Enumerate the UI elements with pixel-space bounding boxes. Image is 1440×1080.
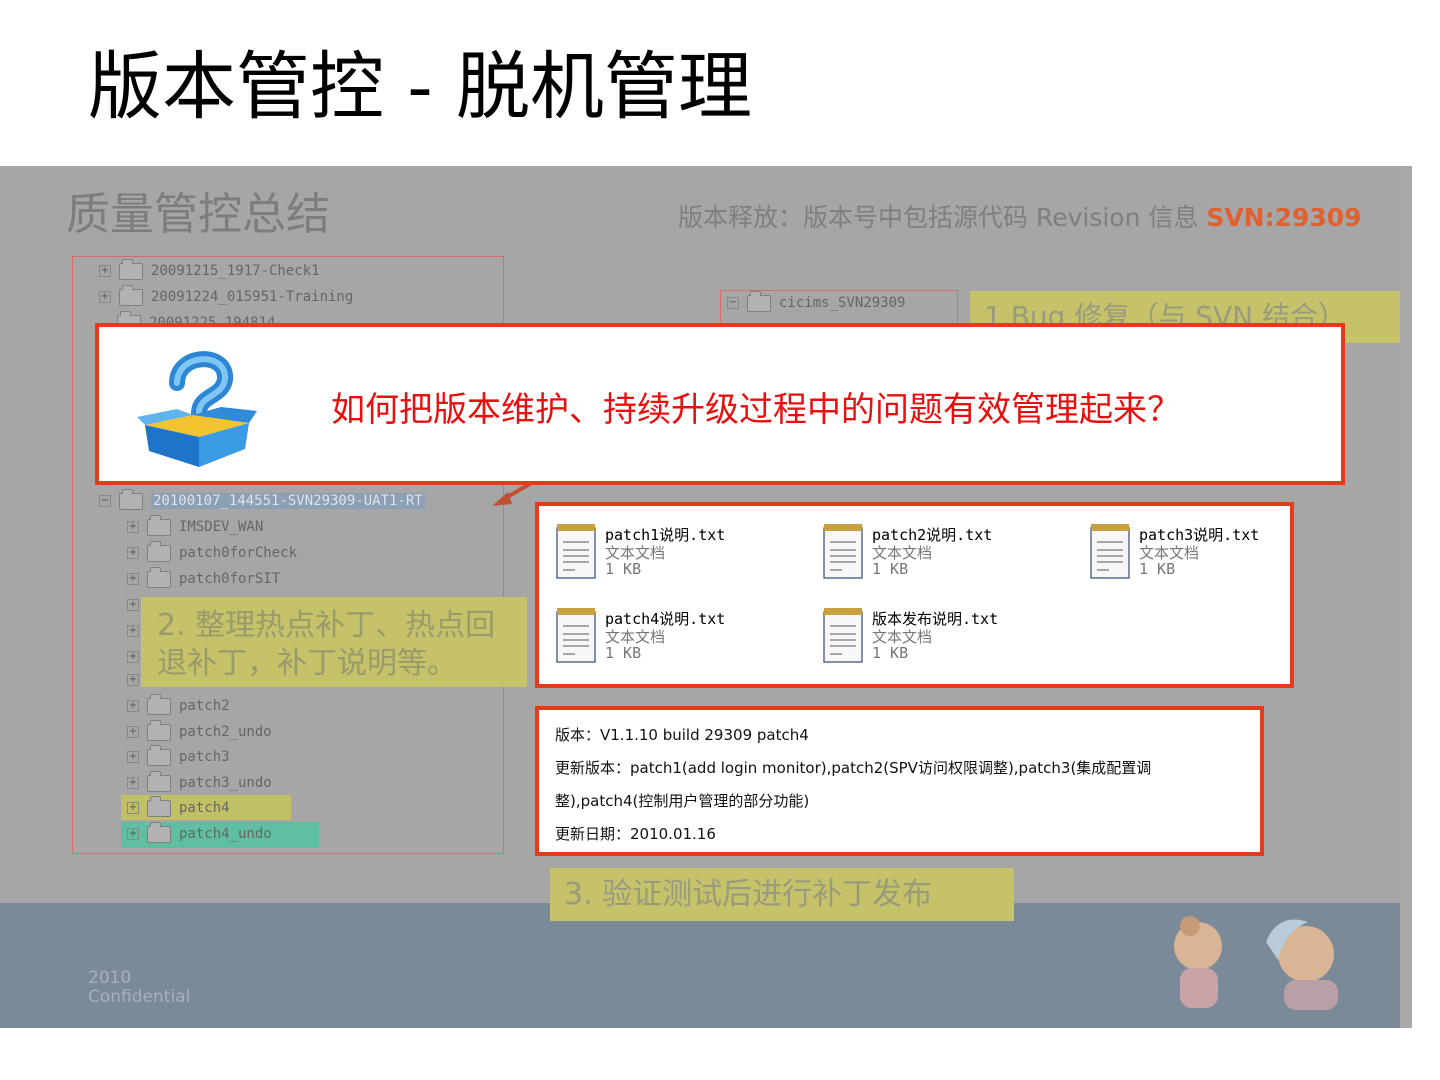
- tree-item-label: patch4: [179, 800, 230, 816]
- tree-item[interactable]: +20091224_015951-Training: [99, 284, 354, 308]
- release-version: 版本：V1.1.10 build 29309 patch4: [555, 726, 809, 744]
- file-item[interactable]: patch4说明.txt 文本文档 1 KB: [539, 594, 799, 664]
- tree-item-label: 20091224_015951-Training: [151, 289, 354, 305]
- folder-icon: [147, 566, 171, 588]
- tree-item[interactable]: + patch3: [127, 744, 230, 768]
- expand-icon[interactable]: +: [127, 599, 139, 611]
- panel-heading: 质量管控总结: [66, 189, 330, 240]
- release-updates-cont: 整),patch4(控制用户管理的部分功能): [555, 792, 810, 810]
- tree-item-label: IMSDEV_WAN: [179, 519, 264, 535]
- file-size: 1 KB: [872, 644, 909, 662]
- folder-open-icon: [119, 488, 143, 510]
- release-note: 版本释放：版本号中包括源代码 Revision 信息 SVN:29309: [678, 198, 1362, 234]
- hotfix-label: 2. 整理热点补丁、热点回退补丁，补丁说明等。: [141, 597, 527, 687]
- file-size: 1 KB: [605, 560, 642, 578]
- verify-label: 3. 验证测试后进行补丁发布: [550, 868, 1014, 921]
- tree-item-label: patch0forCheck: [179, 545, 298, 561]
- expand-icon[interactable]: +: [127, 777, 139, 789]
- tree-item[interactable]: + IMSDEV_WAN: [127, 514, 264, 538]
- folder-icon: [147, 693, 171, 715]
- folder-icon: [747, 291, 771, 312]
- footer-confidential: Confidential: [88, 987, 191, 1007]
- tree-item[interactable]: + patch0forSIT: [127, 566, 281, 590]
- question-text: 如何把版本维护、持续升级过程中的问题有效管理起来？: [331, 390, 1181, 430]
- expand-icon[interactable]: +: [127, 651, 139, 663]
- expand-icon[interactable]: +: [127, 726, 139, 738]
- notepad-icon: [823, 608, 863, 663]
- file-item[interactable]: patch1说明.txt 文本文档 1 KB: [539, 510, 799, 580]
- panel-edge: [1400, 166, 1412, 1028]
- question-box-icon: [137, 351, 257, 467]
- folder-icon: [147, 514, 171, 536]
- tree-item[interactable]: + patch3_undo: [127, 770, 272, 794]
- file-size: 1 KB: [605, 644, 642, 662]
- release-info-box: 版本：V1.1.10 build 29309 patch4 更新版本：patch…: [535, 706, 1264, 856]
- tree-item-selected[interactable]: − 20100107_144551-SVN29309-UAT1-RT: [99, 488, 425, 512]
- tree-item[interactable]: +20091215_1917-Check1: [99, 258, 320, 282]
- tree-item-label: patch0forSIT: [179, 571, 281, 587]
- tree-item-label: patch2_undo: [179, 724, 272, 740]
- expand-icon[interactable]: +: [127, 521, 139, 533]
- expand-icon[interactable]: +: [99, 265, 111, 277]
- expand-icon[interactable]: +: [127, 828, 139, 840]
- expand-icon[interactable]: +: [127, 802, 139, 814]
- file-size: 1 KB: [872, 560, 909, 578]
- expand-icon[interactable]: +: [127, 625, 139, 637]
- file-item[interactable]: 版本发布说明.txt 文本文档 1 KB: [806, 594, 1066, 664]
- file-size: 1 KB: [1139, 560, 1176, 578]
- folder-icon: [119, 284, 143, 306]
- notepad-icon: [556, 608, 596, 663]
- tree-item-label: 20100107_144551-SVN29309-UAT1-RT: [151, 493, 425, 509]
- question-banner: 如何把版本维护、持续升级过程中的问题有效管理起来？: [95, 323, 1345, 485]
- slide-title: 版本管控 - 脱机管理: [88, 44, 753, 130]
- folder-icon: [147, 770, 171, 792]
- collapse-icon[interactable]: −: [99, 495, 111, 507]
- notepad-icon: [823, 524, 863, 579]
- file-item[interactable]: patch2说明.txt 文本文档 1 KB: [806, 510, 1066, 580]
- folder-icon: [147, 540, 171, 562]
- expand-icon[interactable]: +: [127, 547, 139, 559]
- release-date: 更新日期：2010.01.16: [555, 825, 716, 843]
- tree-item[interactable]: + patch4: [127, 795, 230, 819]
- svn-revision: SVN:29309: [1206, 203, 1362, 232]
- cartoon-kids-decoration: [1174, 916, 1338, 1010]
- expand-icon[interactable]: +: [99, 291, 111, 303]
- notepad-icon: [556, 524, 596, 579]
- release-updates: 更新版本：patch1(add login monitor),patch2(SP…: [555, 759, 1152, 777]
- file-item[interactable]: patch3说明.txt 文本文档 1 KB: [1073, 510, 1333, 580]
- folder-icon: [119, 258, 143, 280]
- patch-files-box: patch1说明.txt 文本文档 1 KB patch2说明.txt 文本文档…: [535, 502, 1294, 688]
- tree-item-label: patch3_undo: [179, 775, 272, 791]
- tree-item-label: 20091215_1917-Check1: [151, 263, 320, 279]
- tree-item[interactable]: + patch4_undo: [127, 821, 272, 845]
- folder-icon: [147, 795, 171, 817]
- expand-icon[interactable]: +: [127, 751, 139, 763]
- tree-item-label: patch3: [179, 749, 230, 765]
- folder-icon: [147, 719, 171, 741]
- tree-item[interactable]: + patch0forCheck: [127, 540, 298, 564]
- notepad-icon: [1090, 524, 1130, 579]
- footer-year: 2010: [88, 968, 132, 988]
- folder-icon: [147, 821, 171, 843]
- tree-item[interactable]: + patch2_undo: [127, 719, 272, 743]
- expand-icon[interactable]: +: [127, 674, 139, 686]
- tree-item-label: patch2: [179, 698, 230, 714]
- collapse-icon[interactable]: −: [727, 297, 739, 309]
- expand-icon[interactable]: +: [127, 700, 139, 712]
- tree-item[interactable]: − cicims_SVN29309: [727, 291, 906, 314]
- tree-item-label: cicims_SVN29309: [779, 295, 906, 311]
- tree-item[interactable]: + patch2: [127, 693, 230, 717]
- expand-icon[interactable]: +: [127, 573, 139, 585]
- tree-item-label: patch4_undo: [179, 826, 272, 842]
- folder-icon: [147, 744, 171, 766]
- release-note-text: 版本释放：版本号中包括源代码 Revision 信息: [678, 203, 1207, 232]
